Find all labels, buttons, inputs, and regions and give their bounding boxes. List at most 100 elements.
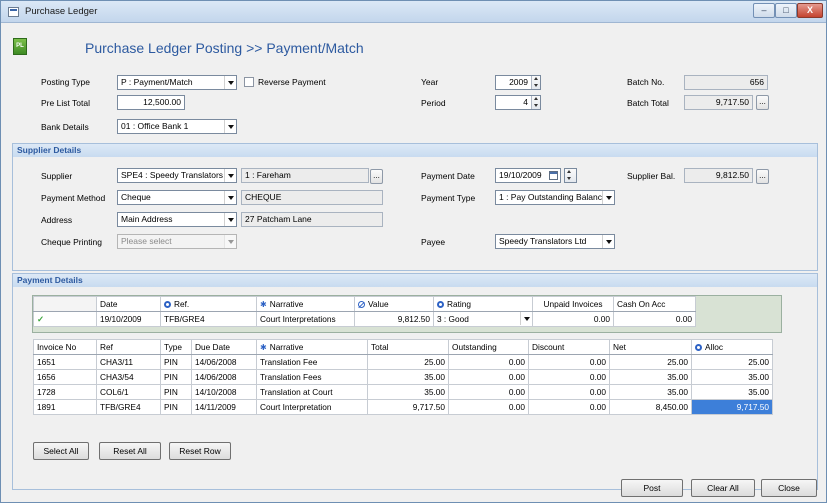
invoice-cell[interactable]: TFB/GRE4 (96, 399, 161, 415)
invoice-cell[interactable]: 14/11/2009 (191, 399, 257, 415)
invoice-cell[interactable]: 1891 (33, 399, 97, 415)
invoice-cell[interactable]: Translation Fees (256, 369, 368, 385)
supplier-select[interactable]: SPE4 : Speedy Translators (117, 168, 237, 183)
invoice-cell[interactable]: 14/10/2008 (191, 384, 257, 400)
invoice-cell[interactable]: 14/06/2008 (191, 354, 257, 370)
col-ref[interactable]: Ref. (160, 296, 257, 312)
pre-list-total-input[interactable]: 12,500.00 (117, 95, 185, 110)
row-selector[interactable]: ✓ (33, 311, 97, 327)
payment-method-select[interactable]: Cheque (117, 190, 237, 205)
invoice-cell[interactable]: Court Interpretation (256, 399, 368, 415)
payment-date-stepper[interactable] (564, 168, 577, 183)
invoice-cell[interactable]: 0.00 (448, 354, 529, 370)
bank-details-select[interactable]: 01 : Office Bank 1 (117, 119, 237, 134)
payment-unpaid-cell[interactable]: 0.00 (532, 311, 614, 327)
invoice-cell[interactable]: PIN (160, 384, 192, 400)
minimize-button[interactable]: – (753, 3, 775, 18)
invoice-cell[interactable]: 0.00 (448, 369, 529, 385)
col-type[interactable]: Type (160, 339, 192, 355)
invoice-cell[interactable]: 14/06/2008 (191, 369, 257, 385)
invoice-cell[interactable]: 0.00 (448, 399, 529, 415)
invoice-cell[interactable]: PIN (160, 399, 192, 415)
maximize-button[interactable]: □ (775, 3, 797, 18)
col-date[interactable]: Date (96, 296, 161, 312)
supplier-balance-lookup-button[interactable]: ... (756, 169, 769, 184)
invoice-row[interactable]: 1651 CHA3/11 PIN 14/06/2008 Translation … (33, 354, 773, 370)
invoice-cell[interactable]: 25.00 (367, 354, 449, 370)
address-select[interactable]: Main Address (117, 212, 237, 227)
col-narrative[interactable]: ✱ Narrative (256, 339, 368, 355)
batch-total-lookup-button[interactable]: ... (756, 95, 769, 110)
cheque-printing-select[interactable]: Please select (117, 234, 237, 249)
col-value[interactable]: Value (354, 296, 434, 312)
payee-select[interactable]: Speedy Translators Ltd (495, 234, 615, 249)
reset-row-button[interactable]: Reset Row (169, 442, 231, 460)
invoice-cell[interactable]: 35.00 (609, 369, 692, 385)
col-unpaid-invoices[interactable]: Unpaid Invoices (532, 296, 614, 312)
col-cash-on-acc[interactable]: Cash On Acc (613, 296, 696, 312)
year-stepper[interactable]: 2009 (495, 75, 541, 90)
spinner-icon[interactable] (531, 96, 540, 109)
spinner-icon[interactable] (531, 76, 540, 89)
reverse-payment-checkbox[interactable] (244, 77, 254, 87)
posting-type-select[interactable]: P : Payment/Match (117, 75, 237, 90)
calendar-icon[interactable] (549, 171, 558, 180)
invoice-cell[interactable]: 25.00 (609, 354, 692, 370)
invoice-cell[interactable]: 0.00 (448, 384, 529, 400)
payment-date-input[interactable]: 19/10/2009 (495, 168, 561, 183)
invoice-cell[interactable]: Translation at Court (256, 384, 368, 400)
payment-row[interactable]: ✓ 19/10/2009 TFB/GRE4 Court Interpretati… (33, 311, 696, 327)
invoice-cell[interactable]: 35.00 (609, 384, 692, 400)
invoice-cell[interactable]: 0.00 (528, 369, 610, 385)
supplier-lookup-button[interactable]: ... (370, 169, 383, 184)
invoice-cell[interactable]: 1728 (33, 384, 97, 400)
invoice-cell[interactable]: Translation Fee (256, 354, 368, 370)
invoice-cell[interactable]: 35.00 (367, 384, 449, 400)
col-alloc[interactable]: Alloc (691, 339, 773, 355)
col-total[interactable]: Total (367, 339, 449, 355)
invoice-cell[interactable]: CHA3/54 (96, 369, 161, 385)
invoice-cell[interactable]: 1656 (33, 369, 97, 385)
payment-ref-cell[interactable]: TFB/GRE4 (160, 311, 257, 327)
invoice-cell[interactable]: 8,450.00 (609, 399, 692, 415)
col-net[interactable]: Net (609, 339, 692, 355)
payment-cash-cell[interactable]: 0.00 (613, 311, 696, 327)
col-outstanding[interactable]: Outstanding (448, 339, 529, 355)
invoice-row[interactable]: 1656 CHA3/54 PIN 14/06/2008 Translation … (33, 369, 773, 385)
invoice-cell[interactable]: PIN (160, 354, 192, 370)
col-discount[interactable]: Discount (528, 339, 610, 355)
clear-all-button[interactable]: Clear All (691, 479, 755, 497)
col-invoice-no[interactable]: Invoice No (33, 339, 97, 355)
invoice-cell[interactable]: 0.00 (528, 399, 610, 415)
invoice-cell[interactable]: 0.00 (528, 384, 610, 400)
invoice-alloc-cell[interactable]: 35.00 (691, 384, 773, 400)
invoice-alloc-cell[interactable]: 35.00 (691, 369, 773, 385)
payment-value-cell[interactable]: 9,812.50 (354, 311, 434, 327)
invoice-row[interactable]: 1891 TFB/GRE4 PIN 14/11/2009 Court Inter… (33, 399, 773, 415)
post-button[interactable]: Post (621, 479, 683, 497)
col-narrative[interactable]: ✱ Narrative (256, 296, 355, 312)
reset-all-button[interactable]: Reset All (99, 442, 161, 460)
invoice-cell[interactable]: COL6/1 (96, 384, 161, 400)
invoice-alloc-cell-selected[interactable]: 9,717.50 (691, 399, 773, 415)
invoice-cell[interactable]: 9,717.50 (367, 399, 449, 415)
col-due-date[interactable]: Due Date (191, 339, 257, 355)
payment-date-cell[interactable]: 19/10/2009 (96, 311, 161, 327)
invoice-alloc-cell[interactable]: 25.00 (691, 354, 773, 370)
close-button[interactable]: Close (761, 479, 817, 497)
invoice-row[interactable]: 1728 COL6/1 PIN 14/10/2008 Translation a… (33, 384, 773, 400)
select-all-button[interactable]: Select All (33, 442, 89, 460)
col-rating[interactable]: Rating (433, 296, 533, 312)
invoice-cell[interactable]: 1651 (33, 354, 97, 370)
invoice-cell[interactable]: PIN (160, 369, 192, 385)
close-window-button[interactable]: X (797, 3, 823, 18)
period-stepper[interactable]: 4 (495, 95, 541, 110)
invoice-cell[interactable]: 35.00 (367, 369, 449, 385)
invoice-cell[interactable]: CHA3/11 (96, 354, 161, 370)
payment-type-select[interactable]: 1 : Pay Outstanding Balanc (495, 190, 615, 205)
spinner-icon[interactable] (565, 169, 576, 182)
payment-narrative-cell[interactable]: Court Interpretations (256, 311, 355, 327)
col-ref[interactable]: Ref (96, 339, 161, 355)
payment-rating-cell[interactable]: 3 : Good (433, 311, 533, 327)
invoice-cell[interactable]: 0.00 (528, 354, 610, 370)
